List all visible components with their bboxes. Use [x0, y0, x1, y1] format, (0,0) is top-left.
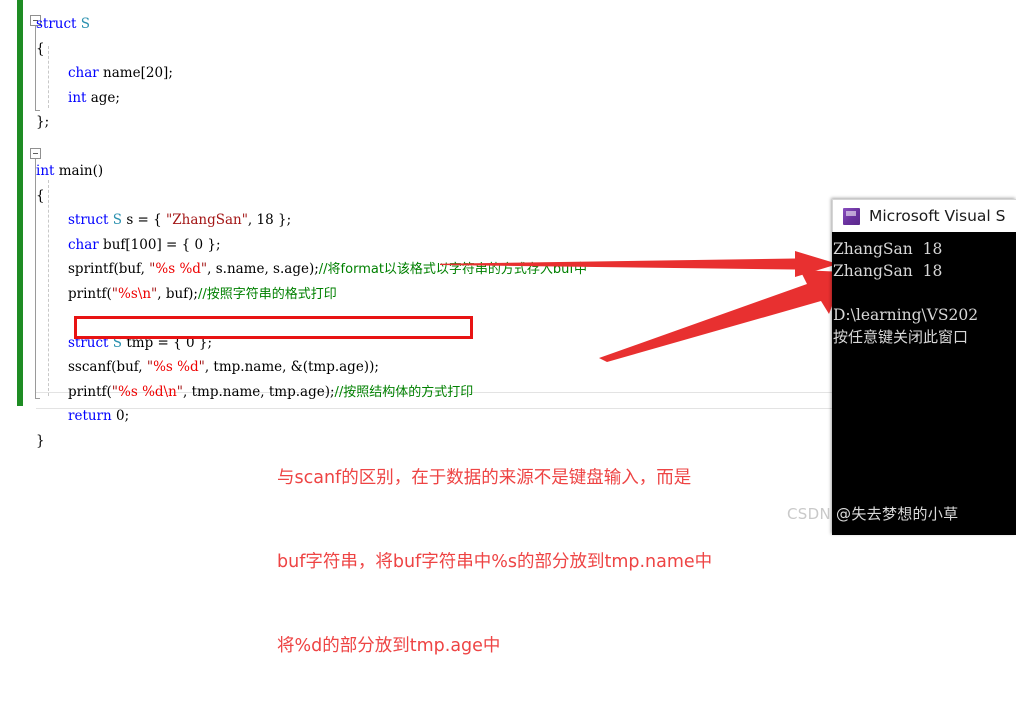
arrow-to-second-output-line	[595, 258, 850, 368]
code-line[interactable]: int main()	[36, 159, 103, 184]
code-token-typ: S	[80, 16, 91, 32]
watermark-author: @失去梦想的小草	[836, 505, 959, 523]
code-line[interactable]: struct S s = { "ZhangSan", 18 };	[68, 208, 291, 233]
console-titlebar[interactable]: Microsoft Visual S	[832, 199, 1016, 232]
code-token-num: 0	[194, 236, 204, 253]
code-token-plain: ,	[247, 212, 257, 228]
code-token-plain: , s.name, s.age);	[207, 261, 319, 277]
code-token-fmt: %s %d	[153, 359, 199, 375]
code-line[interactable]: char name[20];	[68, 61, 173, 86]
code-token-plain: printf(	[68, 285, 112, 302]
code-token-plain: , tmp.name, &(tmp.age));	[204, 359, 379, 375]
annotation-line-1: 与scanf的区别，在于数据的来源不是键盘输入，而是	[277, 468, 692, 488]
code-token-plain: sscanf(buf,	[68, 359, 147, 375]
code-token-kw: struct	[68, 212, 109, 228]
code-token-num: 18	[256, 212, 274, 228]
code-token-plain: {	[36, 187, 45, 204]
code-token-plain: }	[36, 432, 45, 449]
code-token-kw: char	[68, 236, 99, 253]
code-line[interactable]: char buf[100] = { 0 };	[68, 233, 221, 258]
code-token-plain: };	[273, 212, 292, 228]
code-token-kw: struct	[36, 16, 81, 32]
code-token-num: 0	[116, 408, 125, 424]
code-line[interactable]: }	[36, 429, 45, 454]
code-token-plain: };	[36, 114, 50, 130]
code-line[interactable]: printf("%s %d\n", tmp.name, tmp.age);//按…	[68, 380, 473, 405]
code-token-plain: };	[203, 236, 221, 253]
code-token-fmt: %s	[118, 285, 138, 302]
code-line[interactable]: sscanf(buf, "%s %d", tmp.name, &(tmp.age…	[68, 355, 379, 380]
code-token-cmt: //按照结构体的方式打印	[334, 384, 474, 400]
code-token-fmt: %s %d	[118, 383, 164, 400]
code-line[interactable]: {	[36, 37, 45, 62]
code-token-plain: , tmp.name, tmp.age);	[183, 383, 335, 400]
watermark-prefix: CSDN	[787, 505, 837, 523]
code-token-typ: S	[112, 212, 123, 228]
console-line-path: D:\learning\VS202	[833, 306, 979, 324]
code-token-plain: {	[36, 40, 45, 57]
code-token-fmt: \n	[163, 383, 177, 400]
code-token-kw: return	[68, 408, 112, 424]
annotation-line-2: buf字符串，将buf字符串中%s的部分放到tmp.name中	[277, 552, 713, 572]
code-token-num: 100	[130, 236, 157, 253]
code-token-num: 20	[145, 65, 164, 81]
code-token-plain: name[	[98, 65, 146, 81]
code-token-plain: ] = {	[156, 236, 195, 253]
code-line[interactable]: printf("%s\n", buf);//按照字符串的格式打印	[68, 282, 337, 307]
annotation-line-3: 将%d的部分放到tmp.age中	[277, 636, 501, 656]
code-token-cmt: //按照字符串的格式打印	[197, 286, 337, 302]
code-line[interactable]: };	[36, 110, 49, 135]
code-token-plain: printf(	[68, 383, 112, 400]
code-token-plain: ];	[163, 65, 173, 81]
code-line[interactable]: struct S	[36, 12, 90, 37]
code-token-plain: ;	[124, 408, 130, 424]
console-line: ZhangSan 18	[833, 262, 943, 280]
code-token-fmt: \n	[137, 285, 152, 302]
code-token-plain: main()	[54, 163, 104, 179]
code-token-kw: int	[68, 89, 87, 106]
code-token-kw: char	[68, 65, 99, 81]
code-token-plain: s = {	[122, 212, 167, 228]
code-line[interactable]: {	[36, 184, 45, 209]
code-token-fmt: %s %d	[155, 261, 201, 277]
console-window[interactable]: Microsoft Visual S ZhangSan 18 ZhangSan …	[832, 199, 1016, 535]
code-token-plain: age;	[86, 89, 120, 106]
console-title: Microsoft Visual S	[869, 207, 1006, 225]
watermark: CSDN @失去梦想的小草	[787, 503, 958, 524]
annotation-note: 与scanf的区别，在于数据的来源不是键盘输入，而是 buf字符串，将buf字符…	[277, 408, 822, 716]
code-line[interactable]: return 0;	[68, 404, 129, 429]
code-line[interactable]: int age;	[68, 86, 120, 111]
code-token-plain: , buf);	[157, 285, 198, 302]
code-token-kw: int	[36, 163, 55, 179]
code-token-plain: sprintf(buf,	[68, 261, 150, 277]
visual-studio-icon	[843, 207, 860, 225]
code-token-str: "ZhangSan"	[166, 212, 248, 228]
sscanf-highlight-box	[74, 316, 473, 339]
console-output: ZhangSan 18 ZhangSan 18 D:\learning\VS20…	[832, 232, 1016, 535]
console-line: ZhangSan 18	[833, 240, 943, 258]
code-token-plain: buf[	[98, 236, 131, 253]
console-line-prompt: 按任意键关闭此窗口	[833, 328, 969, 346]
